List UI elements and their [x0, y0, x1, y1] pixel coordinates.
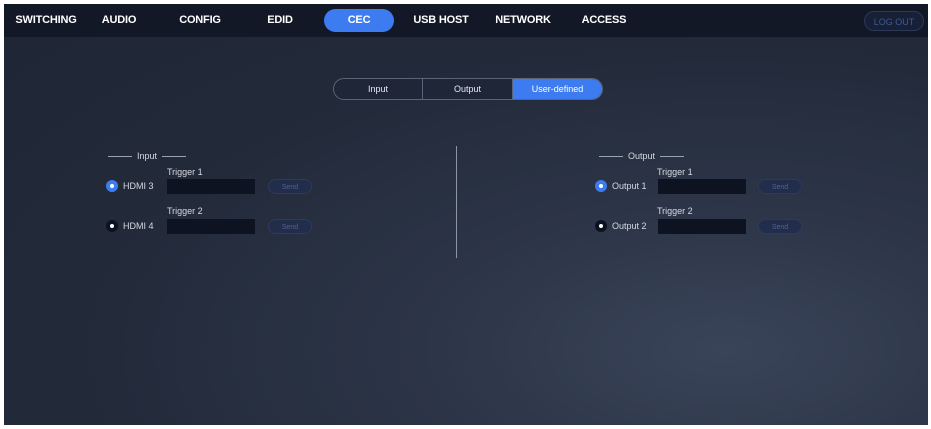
output-trigger-1-field[interactable] [658, 179, 746, 194]
output-group-label: Output [628, 151, 656, 161]
nav-edid[interactable]: EDID [262, 4, 298, 37]
output-group-title: Output [599, 151, 685, 161]
nav-access[interactable]: ACCESS [580, 4, 628, 37]
output-1-label: Output 1 [612, 181, 647, 191]
output-2-label: Output 2 [612, 221, 647, 231]
output-trigger-2-field[interactable] [658, 219, 746, 234]
output-send-2-button[interactable]: Send [758, 219, 802, 234]
output-1-radio[interactable] [595, 180, 607, 192]
top-navigation: SWITCHING AUDIO CONFIG EDID CEC USB HOST… [4, 4, 928, 37]
cec-mode-tabs: Input Output User-defined [333, 78, 603, 100]
app-window: SWITCHING AUDIO CONFIG EDID CEC USB HOST… [4, 4, 928, 425]
input-send-2-button[interactable]: Send [268, 219, 312, 234]
hdmi-4-label: HDMI 4 [123, 221, 154, 231]
nav-config[interactable]: CONFIG [174, 4, 226, 37]
hdmi-3-label: HDMI 3 [123, 181, 154, 191]
tab-input[interactable]: Input [334, 79, 422, 99]
hdmi-3-radio[interactable] [106, 180, 118, 192]
nav-cec[interactable]: CEC [324, 9, 394, 32]
tab-output[interactable]: Output [423, 79, 512, 99]
input-send-1-button[interactable]: Send [268, 179, 312, 194]
input-trigger-2-field[interactable] [167, 219, 255, 234]
output-2-radio[interactable] [595, 220, 607, 232]
trigger-1-label: Trigger 1 [167, 167, 203, 177]
nav-switching[interactable]: SWITCHING [6, 4, 86, 37]
input-group-title: Input [108, 151, 187, 161]
nav-usb-host[interactable]: USB HOST [412, 4, 470, 37]
logout-button[interactable]: LOG OUT [864, 11, 924, 31]
input-trigger-1-field[interactable] [167, 179, 255, 194]
tab-user-defined[interactable]: User-defined [513, 79, 602, 99]
hdmi-4-radio[interactable] [106, 220, 118, 232]
trigger-2-label: Trigger 2 [167, 206, 203, 216]
group-divider [456, 146, 457, 258]
input-group-label: Input [137, 151, 158, 161]
trigger-2-label: Trigger 2 [657, 206, 693, 216]
trigger-1-label: Trigger 1 [657, 167, 693, 177]
nav-network[interactable]: NETWORK [492, 4, 554, 37]
nav-audio[interactable]: AUDIO [96, 4, 142, 37]
output-send-1-button[interactable]: Send [758, 179, 802, 194]
